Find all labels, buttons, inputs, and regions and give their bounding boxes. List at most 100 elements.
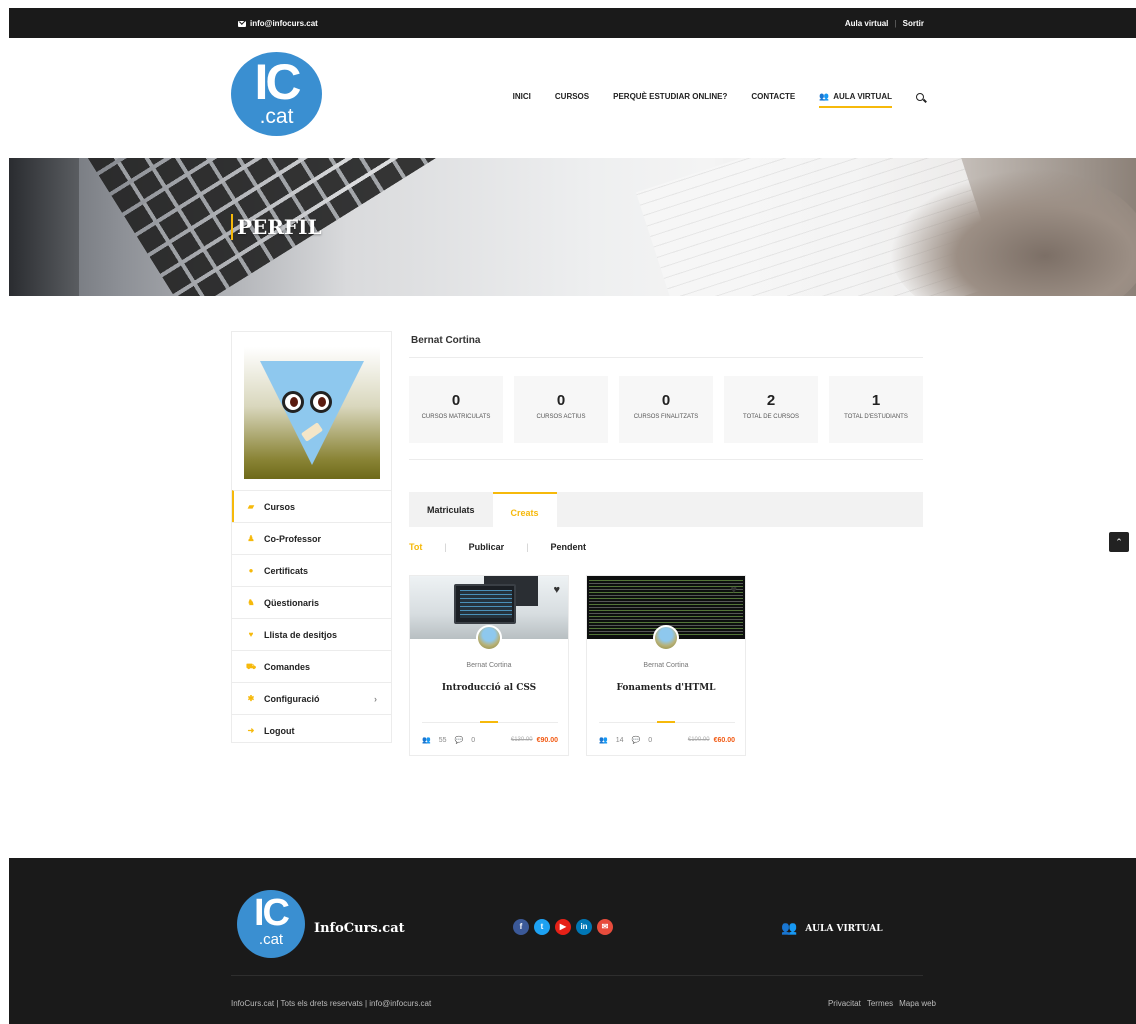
course-card[interactable]: ♥ Bernat Cortina Introducció al CSS 👥 55… [409,575,569,756]
footer-aula-virtual-label: AULA VIRTUAL [805,923,883,934]
linkedin-icon[interactable]: in [576,919,592,935]
menu-item-configuracio[interactable]: ✱ Configuració › [232,682,391,714]
stat-cursos-finalitzats: 0 CURSOS FINALITZATS [619,376,713,443]
users-icon: 👥 [819,92,830,101]
book-icon: ▰ [247,502,255,511]
students-icon: 👥 [599,737,608,744]
stat-label: CURSOS FINALITZATS [633,414,699,420]
menu-item-label: Llista de desitjos [264,629,338,640]
chevron-right-icon: › [374,693,377,704]
menu-item-comandes[interactable]: ⛟ Comandes [232,650,391,682]
thumbnail-laptop [454,584,516,624]
email-icon[interactable]: ✉ [597,919,613,935]
footer-logo-text-small: .cat [258,931,284,948]
avatar-triangle [260,361,364,465]
menu-item-label: Configuració [264,693,320,704]
stats-divider [409,459,923,460]
filter-publicar[interactable]: Publicar [469,542,527,552]
users-icon: 👥 [781,921,798,936]
main-nav: INICI CURSOS PERQUÈ ESTUDIAR ONLINE? CON… [513,92,924,108]
logo-text-big: IC [254,54,302,110]
card-divider [599,721,735,723]
course-card[interactable]: ♥ Bernat Cortina Fonaments d'HTML 👥 14 💬… [586,575,746,756]
twitter-icon[interactable]: t [534,919,550,935]
course-meta: 👥 55 💬 0 €130.00 €90.00 [422,736,558,745]
tab-creats[interactable]: Creats [492,492,557,527]
profile-avatar [244,347,380,479]
footer-logo[interactable]: IC .cat [237,890,305,958]
wishlist-heart-icon[interactable]: ♥ [730,584,737,596]
page-title: PERFIL [231,214,322,240]
scroll-to-top-button[interactable]: ⌃ [1109,532,1129,552]
profile-menu: ▰ Cursos ♟ Co-Professor ● Certificats ♞ … [232,490,391,746]
menu-item-llista-desitjos[interactable]: ♥ Llista de desitjos [232,618,391,650]
footer-aula-virtual[interactable]: 👥 AULA VIRTUAL [781,921,883,936]
stat-label: CURSOS MATRICULATS [421,414,491,420]
heart-icon: ♥ [248,630,254,639]
footer-link-privacitat[interactable]: Privacitat [828,999,861,1008]
youtube-icon[interactable]: ▶ [555,919,571,935]
stat-value: 0 [556,392,566,409]
site-footer: IC .cat InfoCurs.cat f t ▶ in ✉ 👥 AULA V… [9,858,1136,1024]
cart-icon: ⛟ [246,661,257,671]
nav-contacte[interactable]: CONTACTE [751,92,795,101]
menu-item-questionaris[interactable]: ♞ Qüestionaris [232,586,391,618]
filter-separator: | [526,542,529,552]
old-price: €100.00 [687,737,710,743]
top-email-text[interactable]: info@infocurs.cat [250,19,318,28]
course-title[interactable]: Fonaments d'HTML [587,683,745,693]
social-links: f t ▶ in ✉ [513,919,613,935]
avatar-eye-left [282,391,304,413]
nav-aula-virtual-label: AULA VIRTUAL [833,92,892,101]
nav-inici[interactable]: INICI [513,92,531,101]
students-icon: 👥 [422,737,431,744]
comment-icon: 💬 [454,737,464,744]
comment-icon: 💬 [631,737,641,744]
course-meta: 👥 14 💬 0 €100.00 €60.00 [599,736,735,745]
wishlist-heart-icon[interactable]: ♥ [553,584,560,596]
footer-site-name: InfoCurs.cat [314,921,405,936]
instructor-avatar [653,625,679,651]
menu-item-cursos[interactable]: ▰ Cursos [232,490,391,522]
course-author[interactable]: Bernat Cortina [587,662,745,669]
facebook-icon[interactable]: f [513,919,529,935]
menu-item-logout[interactable]: ➜ Logout [232,714,391,746]
search-icon[interactable] [916,92,924,101]
nav-aula-virtual[interactable]: 👥 AULA VIRTUAL [819,92,892,108]
filter-pendent[interactable]: Pendent [551,542,609,552]
top-bar: info@infocurs.cat Aula virtual | Sortir [9,8,1136,38]
student-count: 14 [615,736,624,744]
top-email[interactable]: info@infocurs.cat [238,19,318,28]
footer-divider [231,975,923,976]
footer-copyright: InfoCurs.cat | Tots els drets reservats … [231,999,432,1008]
avatar-eye-right [310,391,332,413]
menu-item-label: Certificats [264,565,309,576]
nav-cursos[interactable]: CURSOS [555,92,589,101]
course-author[interactable]: Bernat Cortina [410,662,568,669]
filter-tot[interactable]: Tot [409,542,444,552]
comment-count: 0 [648,736,653,744]
tab-matriculats[interactable]: Matriculats [409,492,493,527]
course-title[interactable]: Introducció al CSS [410,683,568,693]
stat-label: TOTAL D'ESTUDIANTS [844,414,908,420]
footer-links: Privacitat Termes Mapa web [828,999,936,1008]
site-logo[interactable]: IC .cat [231,52,322,136]
footer-link-termes[interactable]: Termes [867,999,893,1008]
card-divider [422,721,558,723]
top-sortir-link[interactable]: Sortir [903,19,924,28]
course-filters: Tot | Publicar | Pendent [409,542,608,552]
stat-value: 0 [451,392,461,409]
menu-item-certificats[interactable]: ● Certificats [232,554,391,586]
nav-perque-estudiar-online[interactable]: PERQUÈ ESTUDIAR ONLINE? [613,92,727,101]
footer-link-mapa-web[interactable]: Mapa web [899,999,936,1008]
comment-count: 0 [471,736,476,744]
menu-item-co-professor[interactable]: ♟ Co-Professor [232,522,391,554]
top-aula-virtual-link[interactable]: Aula virtual [845,19,889,28]
course-grid: ♥ Bernat Cortina Introducció al CSS 👥 55… [409,575,746,756]
menu-item-label: Cursos [264,501,296,512]
stat-value: 1 [871,392,881,409]
profile-name: Bernat Cortina [409,331,923,358]
profile-sidebar: ▰ Cursos ♟ Co-Professor ● Certificats ♞ … [231,331,392,743]
menu-item-label: Qüestionaris [264,597,320,608]
student-count: 55 [438,736,447,744]
